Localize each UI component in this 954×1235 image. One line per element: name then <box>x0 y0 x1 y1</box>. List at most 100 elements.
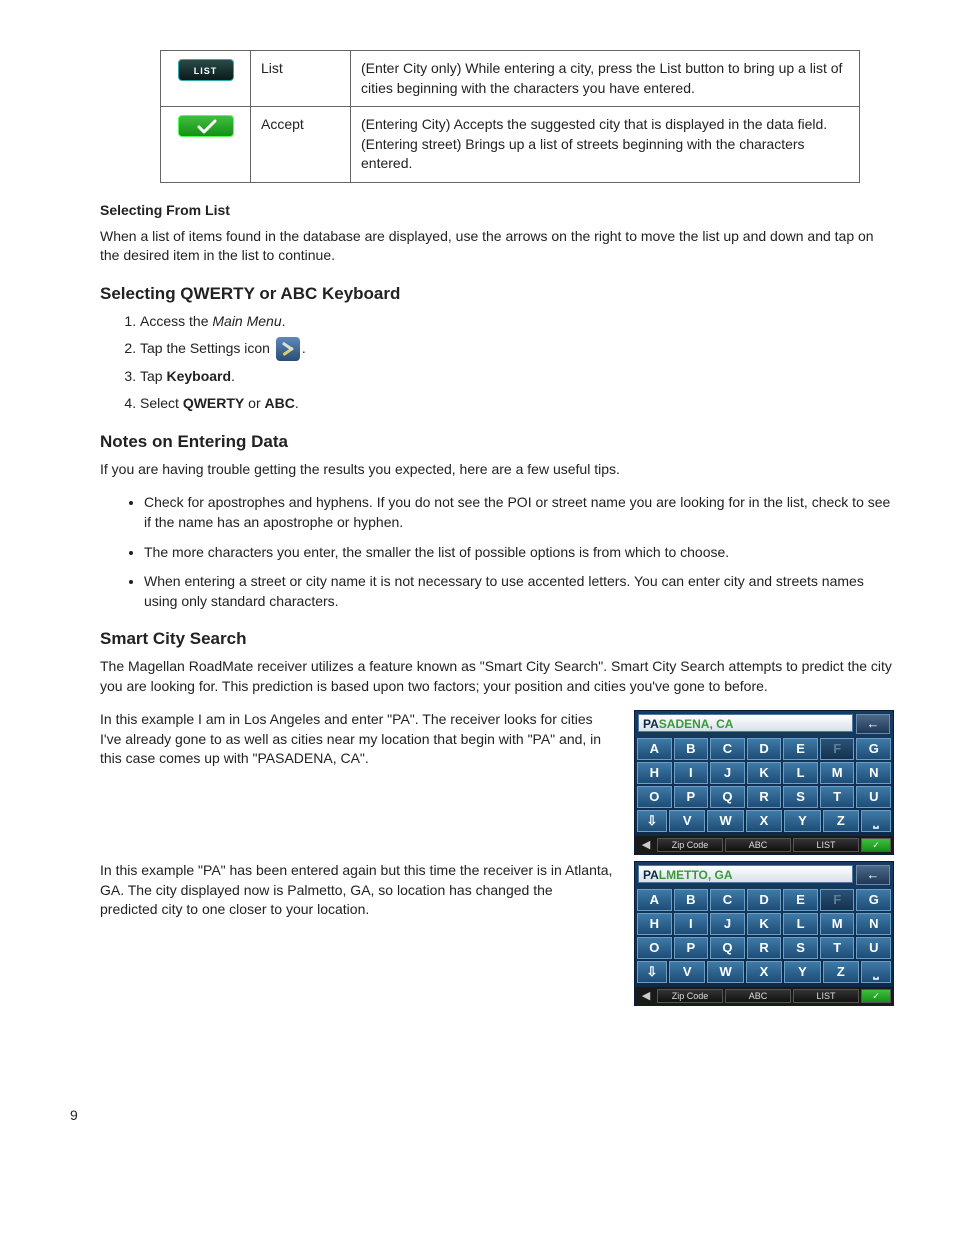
key-a[interactable]: A <box>637 738 672 760</box>
city-input[interactable]: PALMETTO, GA <box>638 865 853 883</box>
key-s[interactable]: S <box>783 786 818 808</box>
key-n[interactable]: N <box>856 762 891 784</box>
key-e[interactable]: E <box>783 889 818 911</box>
key-d[interactable]: D <box>747 738 782 760</box>
heading-smart: Smart City Search <box>100 627 894 651</box>
key-h[interactable]: H <box>637 913 672 935</box>
key-f[interactable]: F <box>820 738 855 760</box>
key-b[interactable]: B <box>674 738 709 760</box>
notes-intro: If you are having trouble getting the re… <box>100 460 894 480</box>
key-c[interactable]: C <box>710 889 745 911</box>
smart-intro: The Magellan RoadMate receiver utilizes … <box>100 657 894 696</box>
key-w[interactable]: W <box>707 810 743 832</box>
key-q[interactable]: Q <box>710 937 745 959</box>
abc-button[interactable]: ABC <box>725 989 791 1003</box>
key-p[interactable]: P <box>674 937 709 959</box>
keyboard-screenshot-2: PALMETTO, GA←ABCDEFGHIJKLMNOPQRSTU⇩VWXYZ… <box>634 861 894 1006</box>
key-x[interactable]: X <box>746 961 782 983</box>
key-z[interactable]: Z <box>823 810 859 832</box>
page-number: 9 <box>70 1106 894 1126</box>
key-z[interactable]: Z <box>823 961 859 983</box>
heading-notes: Notes on Entering Data <box>100 430 894 454</box>
key-p[interactable]: P <box>674 786 709 808</box>
step-4: Select QWERTY or ABC. <box>140 394 894 414</box>
body-selecting-from-list: When a list of items found in the databa… <box>100 227 894 266</box>
key-d[interactable]: D <box>747 889 782 911</box>
key-a[interactable]: A <box>637 889 672 911</box>
key-l[interactable]: L <box>783 913 818 935</box>
key-w[interactable]: W <box>707 961 743 983</box>
key-m[interactable]: M <box>820 913 855 935</box>
key-y[interactable]: Y <box>784 961 820 983</box>
key-r[interactable]: R <box>747 937 782 959</box>
key-t[interactable]: T <box>820 937 855 959</box>
heading-keyboard: Selecting QWERTY or ABC Keyboard <box>100 282 894 306</box>
example-2-text: In this example "PA" has been entered ag… <box>100 861 614 920</box>
abc-button[interactable]: ABC <box>725 838 791 852</box>
key-c[interactable]: C <box>710 738 745 760</box>
key-t[interactable]: T <box>820 786 855 808</box>
key-o[interactable]: O <box>637 786 672 808</box>
key-h[interactable]: H <box>637 762 672 784</box>
key-o[interactable]: O <box>637 937 672 959</box>
settings-icon <box>276 337 300 361</box>
list-button[interactable]: LIST <box>793 989 859 1003</box>
step-1: Access the Main Menu. <box>140 312 894 332</box>
key-v[interactable]: V <box>669 961 705 983</box>
key-n[interactable]: N <box>856 913 891 935</box>
key-g[interactable]: G <box>856 889 891 911</box>
key-m[interactable]: M <box>820 762 855 784</box>
heading-selecting-from-list: Selecting From List <box>100 201 894 221</box>
bullet: The more characters you enter, the small… <box>144 543 894 563</box>
icons-table: LIST List (Enter City only) While enteri… <box>160 50 860 183</box>
key-y[interactable]: Y <box>784 810 820 832</box>
back-arrow-icon[interactable]: ◀ <box>637 838 655 853</box>
key-l[interactable]: L <box>783 762 818 784</box>
key-u[interactable]: U <box>856 786 891 808</box>
table-row: LIST List (Enter City only) While enteri… <box>161 51 860 107</box>
accept-button-icon <box>178 115 234 137</box>
row-name: List <box>251 51 351 107</box>
key-k[interactable]: K <box>747 762 782 784</box>
key-q[interactable]: Q <box>710 786 745 808</box>
step-2: Tap the Settings icon . <box>140 339 894 359</box>
row-name: Accept <box>251 107 351 183</box>
shift-key[interactable]: ⇩ <box>637 961 667 983</box>
steps-list: Access the Main Menu. Tap the Settings i… <box>140 312 894 414</box>
key-i[interactable]: I <box>674 762 709 784</box>
bullet: When entering a street or city name it i… <box>144 572 894 611</box>
backspace-key[interactable]: ← <box>856 714 890 734</box>
city-input[interactable]: PASADENA, CA <box>638 714 853 732</box>
accept-button[interactable]: ✓ <box>861 838 891 852</box>
key-x[interactable]: X <box>746 810 782 832</box>
key-i[interactable]: I <box>674 913 709 935</box>
zipcode-button[interactable]: Zip Code <box>657 838 723 852</box>
space-key[interactable]: ⎵ <box>861 961 891 983</box>
key-j[interactable]: J <box>710 762 745 784</box>
key-j[interactable]: J <box>710 913 745 935</box>
key-f[interactable]: F <box>820 889 855 911</box>
key-r[interactable]: R <box>747 786 782 808</box>
space-key[interactable]: ⎵ <box>861 810 891 832</box>
key-u[interactable]: U <box>856 937 891 959</box>
step-3: Tap Keyboard. <box>140 367 894 387</box>
row-desc: (Enter City only) While entering a city,… <box>351 51 860 107</box>
accept-button[interactable]: ✓ <box>861 989 891 1003</box>
back-arrow-icon[interactable]: ◀ <box>637 989 655 1004</box>
key-e[interactable]: E <box>783 738 818 760</box>
row-desc: (Entering City) Accepts the suggested ci… <box>351 107 860 183</box>
key-k[interactable]: K <box>747 913 782 935</box>
key-v[interactable]: V <box>669 810 705 832</box>
example-1-text: In this example I am in Los Angeles and … <box>100 710 614 769</box>
key-b[interactable]: B <box>674 889 709 911</box>
list-button[interactable]: LIST <box>793 838 859 852</box>
shift-key[interactable]: ⇩ <box>637 810 667 832</box>
table-row: Accept (Entering City) Accepts the sugge… <box>161 107 860 183</box>
notes-bullets: Check for apostrophes and hyphens. If yo… <box>144 493 894 611</box>
keyboard-screenshot-1: PASADENA, CA←ABCDEFGHIJKLMNOPQRSTU⇩VWXYZ… <box>634 710 894 855</box>
key-s[interactable]: S <box>783 937 818 959</box>
zipcode-button[interactable]: Zip Code <box>657 989 723 1003</box>
backspace-key[interactable]: ← <box>856 865 890 885</box>
bullet: Check for apostrophes and hyphens. If yo… <box>144 493 894 532</box>
key-g[interactable]: G <box>856 738 891 760</box>
